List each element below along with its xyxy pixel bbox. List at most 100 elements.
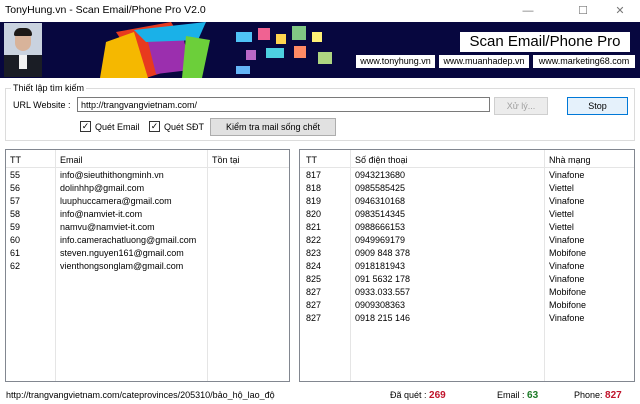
table-row[interactable]: 817 0943213680 Vinafone [300, 169, 634, 182]
table-row[interactable]: 825 091 5632 178 Vinafone [300, 273, 634, 286]
table-row[interactable]: 819 0946310168 Vinafone [300, 195, 634, 208]
cell-tt: 821 [306, 222, 322, 232]
cell-carrier: Mobifone [549, 248, 587, 258]
scan-phone-checkbox[interactable]: ✓ [149, 121, 160, 132]
scan-email-checkbox[interactable]: ✓ [80, 121, 91, 132]
cell-carrier: Vinafone [549, 196, 585, 206]
cell-email: info@namviet-it.com [60, 209, 143, 219]
cell-email: vienthongsonglam@gmail.com [60, 261, 184, 271]
cell-tt: 819 [306, 196, 322, 206]
cell-email: steven.nguyen161@gmail.com [60, 248, 184, 258]
column-header-carrier[interactable]: Nhà mạng [549, 155, 591, 165]
minimize-button[interactable]: — [505, 0, 551, 22]
table-row[interactable]: 818 0985585425 Viettel [300, 182, 634, 195]
email-list-header: TT Email Tồn tại [6, 150, 289, 168]
cell-phone: 0949969179 [355, 235, 406, 245]
cell-phone: 0933.033.557 [355, 287, 411, 297]
url-input[interactable] [77, 97, 490, 112]
cell-carrier: Vinafone [549, 261, 585, 271]
cell-phone: 0943213680 [355, 170, 406, 180]
cell-email: dolinhhp@gmail.com [60, 183, 145, 193]
cell-carrier: Vinafone [549, 235, 585, 245]
table-row[interactable]: 821 0988666153 Viettel [300, 221, 634, 234]
email-count: 63 [527, 390, 539, 401]
table-row[interactable]: 56 dolinhhp@gmail.com [6, 182, 289, 195]
cell-phone: 091 5632 178 [355, 274, 411, 284]
column-header-email[interactable]: Email [60, 155, 83, 165]
cell-tt: 820 [306, 209, 322, 219]
phone-count-label: Phone: [574, 390, 603, 400]
cell-carrier: Viettel [549, 222, 574, 232]
link-tonyhung[interactable]: www.tonyhung.vn [356, 55, 435, 68]
avatar [4, 23, 42, 77]
link-marketing68[interactable]: www.marketing68.com [533, 55, 635, 68]
cell-carrier: Vinafone [549, 274, 585, 284]
scanned-status: Đã quét : 269 [390, 390, 446, 401]
table-row[interactable]: 57 luuphuccamera@gmail.com [6, 195, 289, 208]
cell-tt: 56 [10, 183, 21, 193]
process-button[interactable]: Xử lý... [494, 97, 548, 115]
cell-tt: 827 [306, 287, 322, 297]
cell-tt: 59 [10, 222, 21, 232]
table-row[interactable]: 822 0949969179 Vinafone [300, 234, 634, 247]
column-header-exists[interactable]: Tồn tại [212, 155, 240, 165]
group-label: Thiết lập tìm kiếm [11, 83, 87, 93]
column-header-tt[interactable]: TT [306, 155, 317, 165]
table-row[interactable]: 55 info@sieuthithongminh.vn [6, 169, 289, 182]
cell-tt: 827 [306, 313, 322, 323]
cell-tt: 827 [306, 300, 322, 310]
cell-phone: 0909308363 [355, 300, 406, 310]
table-row[interactable]: 827 0909308363 Mobifone [300, 299, 634, 312]
table-row[interactable]: 824 0918181943 Vinafone [300, 260, 634, 273]
link-muanhadep[interactable]: www.muanhadep.vn [439, 55, 529, 68]
cell-phone: 0946310168 [355, 196, 406, 206]
email-list[interactable]: TT Email Tồn tại 55 info@sieuthithongminh… [5, 149, 290, 382]
cell-tt: 822 [306, 235, 322, 245]
cell-tt: 60 [10, 235, 21, 245]
cell-phone: 0983514345 [355, 209, 406, 219]
cell-email: info.camerachatluong@gmail.com [60, 235, 197, 245]
check-mail-button[interactable]: Kiểm tra mail sống chết [210, 118, 336, 136]
cell-phone: 0918 215 146 [355, 313, 411, 323]
column-header-tt[interactable]: TT [10, 155, 21, 165]
email-status: Email : 63 [497, 390, 538, 401]
header-banner: Scan Email/Phone Pro www.tonyhung.vn www… [0, 22, 640, 78]
phone-list[interactable]: TT Số điện thoại Nhà mạng 817 0943213680 V… [299, 149, 635, 382]
cell-email: info@sieuthithongminh.vn [60, 170, 164, 180]
phone-count: 827 [605, 390, 622, 401]
table-row[interactable]: 62 vienthongsonglam@gmail.com [6, 260, 289, 273]
cell-carrier: Vinafone [549, 313, 585, 323]
email-count-label: Email : [497, 390, 525, 400]
cell-tt: 62 [10, 261, 21, 271]
table-row[interactable]: 827 0918 215 146 Vinafone [300, 312, 634, 325]
cell-tt: 825 [306, 274, 322, 284]
table-row[interactable]: 820 0983514345 Viettel [300, 208, 634, 221]
window-title: TonyHung.vn - Scan Email/Phone Pro V2.0 [5, 4, 206, 16]
cell-carrier: Mobifone [549, 300, 587, 310]
close-button[interactable]: ✕ [600, 0, 640, 22]
cell-email: namvu@namviet-it.com [60, 222, 155, 232]
cell-phone: 0985585425 [355, 183, 406, 193]
app-title: Scan Email/Phone Pro [460, 32, 630, 52]
cell-tt: 55 [10, 170, 21, 180]
cell-phone: 0918181943 [355, 261, 406, 271]
cell-tt: 61 [10, 248, 21, 258]
table-row[interactable]: 60 info.camerachatluong@gmail.com [6, 234, 289, 247]
cell-tt: 824 [306, 261, 322, 271]
current-url-status: http://trangvangvietnam.com/cateprovince… [6, 390, 275, 400]
scanned-count: 269 [429, 390, 446, 401]
table-row[interactable]: 58 info@namviet-it.com [6, 208, 289, 221]
table-row[interactable]: 827 0933.033.557 Mobifone [300, 286, 634, 299]
cell-tt: 818 [306, 183, 322, 193]
url-label: URL Website : [13, 100, 71, 110]
cell-carrier: Viettel [549, 183, 574, 193]
cell-carrier: Mobifone [549, 287, 587, 297]
table-row[interactable]: 61 steven.nguyen161@gmail.com [6, 247, 289, 260]
table-row[interactable]: 823 0909 848 378 Mobifone [300, 247, 634, 260]
column-header-phone[interactable]: Số điện thoại [355, 155, 408, 165]
phone-status: Phone: 827 [574, 390, 622, 401]
cell-email: luuphuccamera@gmail.com [60, 196, 172, 206]
table-row[interactable]: 59 namvu@namviet-it.com [6, 221, 289, 234]
stop-button[interactable]: Stop [567, 97, 628, 115]
cell-phone: 0909 848 378 [355, 248, 411, 258]
